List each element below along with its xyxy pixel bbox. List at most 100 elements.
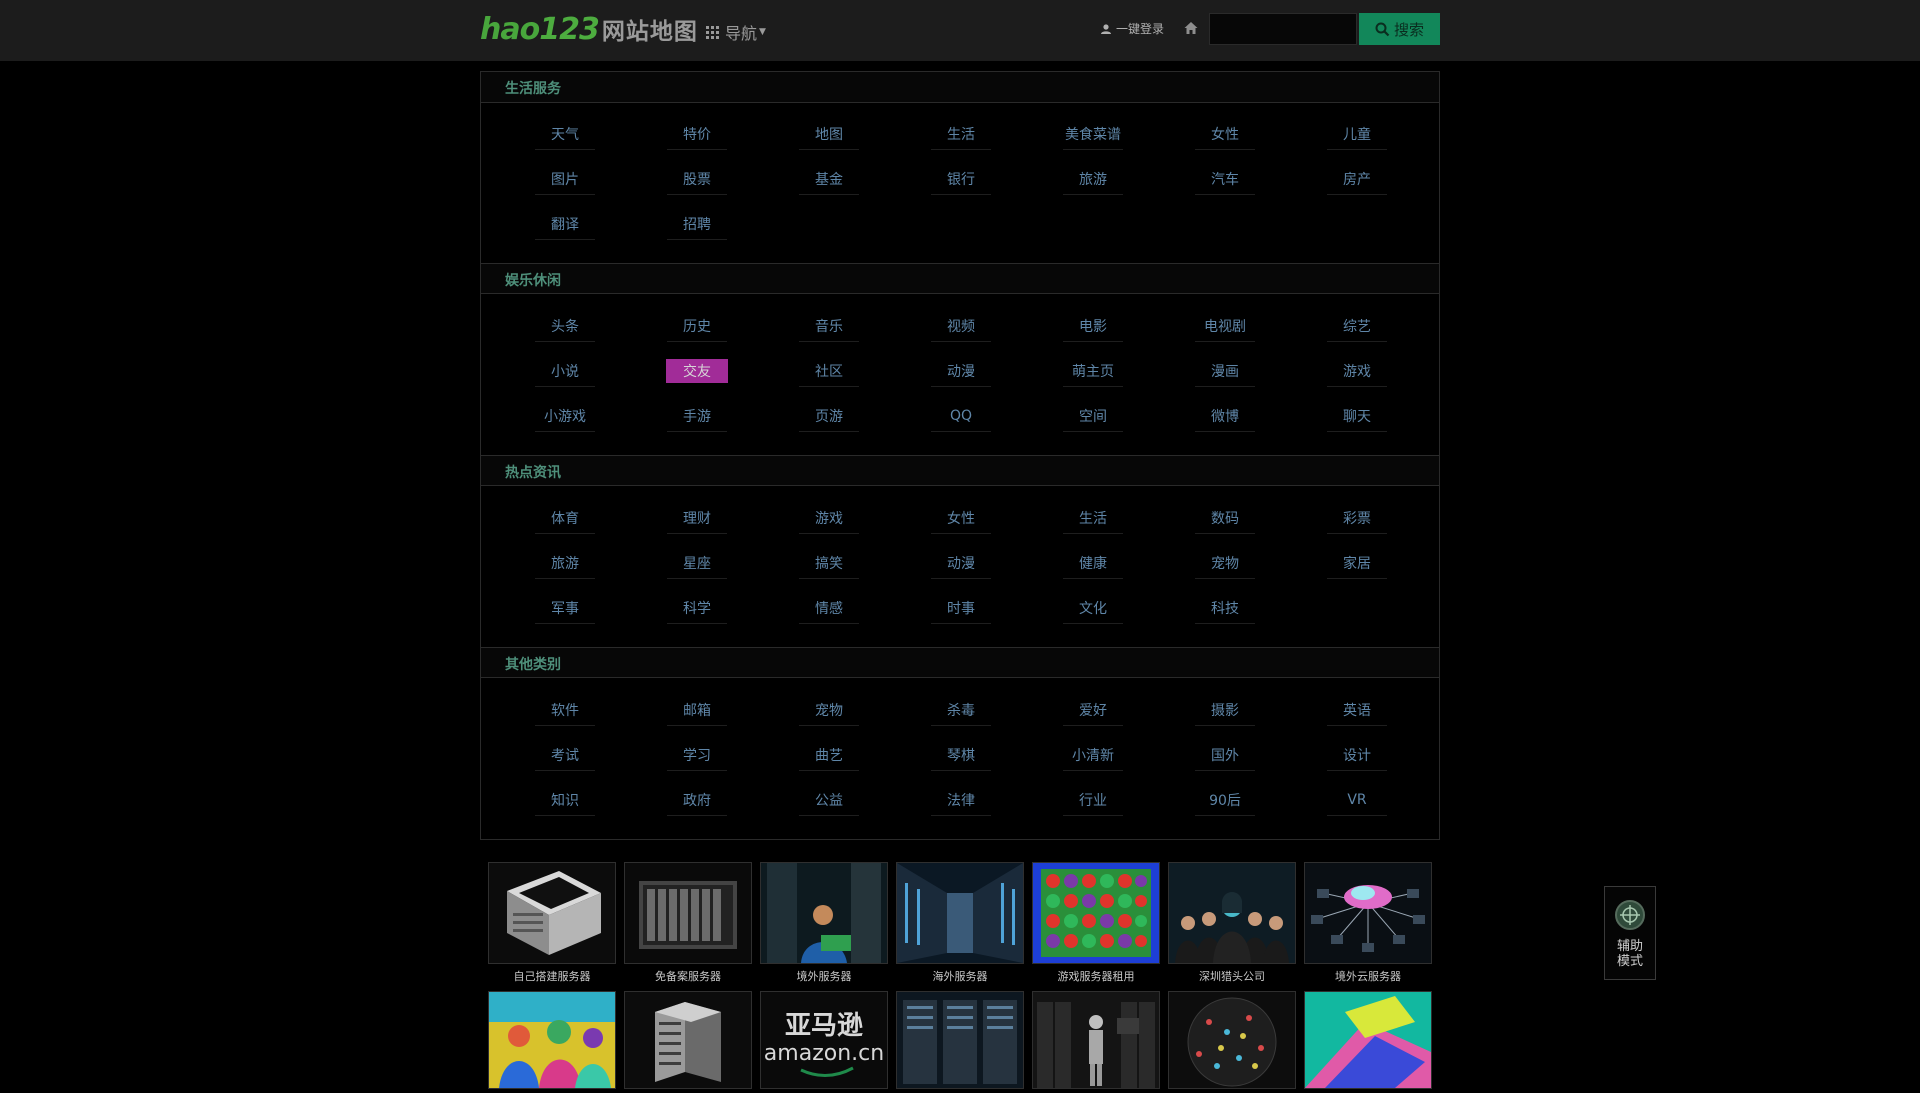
category-link[interactable]: 邮箱 [631,687,763,732]
category-link-active[interactable]: 交友 [631,348,763,393]
category-link[interactable]: 生活 [895,111,1027,156]
category-link[interactable]: 软件 [499,687,631,732]
thumbnail-card[interactable] [1168,991,1296,1093]
site-logo[interactable]: hao123 网站地图 [480,12,698,47]
category-link[interactable]: 健康 [1027,540,1159,585]
category-link[interactable]: 基金 [763,156,895,201]
category-link[interactable]: 翻译 [499,201,631,246]
category-link[interactable]: 漫画 [1159,348,1291,393]
assist-mode-button[interactable]: 辅助模式 [1604,886,1656,980]
category-link[interactable]: QQ [895,393,1027,438]
thumbnail-caption: 境外云服务器 [1335,970,1401,983]
thumbnail-card[interactable] [896,991,1024,1093]
category-link[interactable]: 知识 [499,777,631,822]
category-link[interactable]: 90后 [1159,777,1291,822]
category-link[interactable]: 行业 [1027,777,1159,822]
category-link[interactable]: 地图 [763,111,895,156]
thumbnail-card[interactable] [1304,991,1432,1093]
thumbnail-card[interactable]: 海外服务器 [896,862,1024,985]
category-link[interactable]: 电影 [1027,303,1159,348]
category-link[interactable]: 杀毒 [895,687,1027,732]
category-link[interactable]: 房产 [1291,156,1423,201]
category-link[interactable]: 设计 [1291,732,1423,777]
category-link[interactable]: 考试 [499,732,631,777]
category-link[interactable]: 特价 [631,111,763,156]
thumbnail-card[interactable] [624,991,752,1093]
category-link[interactable]: 理财 [631,495,763,540]
category-link[interactable]: 体育 [499,495,631,540]
category-link[interactable]: 小清新 [1027,732,1159,777]
nav-menu-button[interactable]: 导航 ▼ [706,20,766,44]
category-link[interactable]: 时事 [895,585,1027,630]
category-link[interactable]: 头条 [499,303,631,348]
one-click-login-link[interactable]: 一键登录 [1100,20,1164,37]
category-link[interactable]: 摄影 [1159,687,1291,732]
category-link[interactable]: 宠物 [763,687,895,732]
category-link[interactable]: 彩票 [1291,495,1423,540]
category-link[interactable]: 星座 [631,540,763,585]
category-link[interactable]: 汽车 [1159,156,1291,201]
thumbnail-card[interactable]: 境外云服务器 [1304,862,1432,985]
category-link[interactable]: 宠物 [1159,540,1291,585]
category-link[interactable]: 萌主页 [1027,348,1159,393]
category-link[interactable]: 小游戏 [499,393,631,438]
thumbnail-card[interactable]: 免备案服务器 [624,862,752,985]
category-link[interactable]: 页游 [763,393,895,438]
thumbnail-card[interactable]: 深圳猎头公司 [1168,862,1296,985]
category-link[interactable]: 动漫 [895,540,1027,585]
category-link[interactable]: 数码 [1159,495,1291,540]
category-link[interactable]: 儿童 [1291,111,1423,156]
category-link[interactable]: 文化 [1027,585,1159,630]
category-link[interactable]: 法律 [895,777,1027,822]
search-input[interactable] [1209,13,1357,45]
category-link[interactable]: 科学 [631,585,763,630]
category-link[interactable]: 微博 [1159,393,1291,438]
home-icon[interactable] [1183,20,1199,36]
category-link[interactable]: 国外 [1159,732,1291,777]
category-link[interactable]: 股票 [631,156,763,201]
thumbnail-card[interactable]: 自己搭建服务器 [488,862,616,985]
category-link[interactable]: 综艺 [1291,303,1423,348]
category-link[interactable]: 旅游 [499,540,631,585]
category-link[interactable]: 游戏 [763,495,895,540]
thumbnail-card[interactable]: 亚马逊 amazon.cn [760,991,888,1093]
category-link[interactable]: 小说 [499,348,631,393]
category-link[interactable]: 视频 [895,303,1027,348]
category-link[interactable]: 图片 [499,156,631,201]
category-link[interactable]: 女性 [1159,111,1291,156]
category-link[interactable]: 旅游 [1027,156,1159,201]
search-button[interactable]: 搜索 [1359,13,1440,45]
category-link[interactable]: 生活 [1027,495,1159,540]
category-link[interactable]: 英语 [1291,687,1423,732]
category-link[interactable]: 空间 [1027,393,1159,438]
category-link[interactable]: 女性 [895,495,1027,540]
category-link[interactable]: 手游 [631,393,763,438]
thumbnail-card[interactable] [488,991,616,1093]
category-link[interactable]: 电视剧 [1159,303,1291,348]
category-link[interactable]: 军事 [499,585,631,630]
category-link[interactable]: 曲艺 [763,732,895,777]
thumbnail-card[interactable]: 境外服务器 [760,862,888,985]
category-link[interactable]: 情感 [763,585,895,630]
category-link[interactable]: 银行 [895,156,1027,201]
category-link[interactable]: 政府 [631,777,763,822]
thumbnail-card[interactable] [1032,991,1160,1093]
category-link[interactable]: 动漫 [895,348,1027,393]
category-link[interactable]: 美食菜谱 [1027,111,1159,156]
category-link[interactable]: 招聘 [631,201,763,246]
category-link[interactable]: 音乐 [763,303,895,348]
category-link[interactable]: 公益 [763,777,895,822]
category-link[interactable]: 搞笑 [763,540,895,585]
category-link[interactable]: 家居 [1291,540,1423,585]
category-link[interactable]: 爱好 [1027,687,1159,732]
category-link[interactable]: 科技 [1159,585,1291,630]
category-link[interactable]: VR [1291,777,1423,822]
category-link[interactable]: 游戏 [1291,348,1423,393]
category-link[interactable]: 天气 [499,111,631,156]
category-link[interactable]: 琴棋 [895,732,1027,777]
category-link[interactable]: 学习 [631,732,763,777]
category-link[interactable]: 历史 [631,303,763,348]
category-link[interactable]: 聊天 [1291,393,1423,438]
thumbnail-card[interactable]: 游戏服务器租用 [1032,862,1160,985]
category-link[interactable]: 社区 [763,348,895,393]
